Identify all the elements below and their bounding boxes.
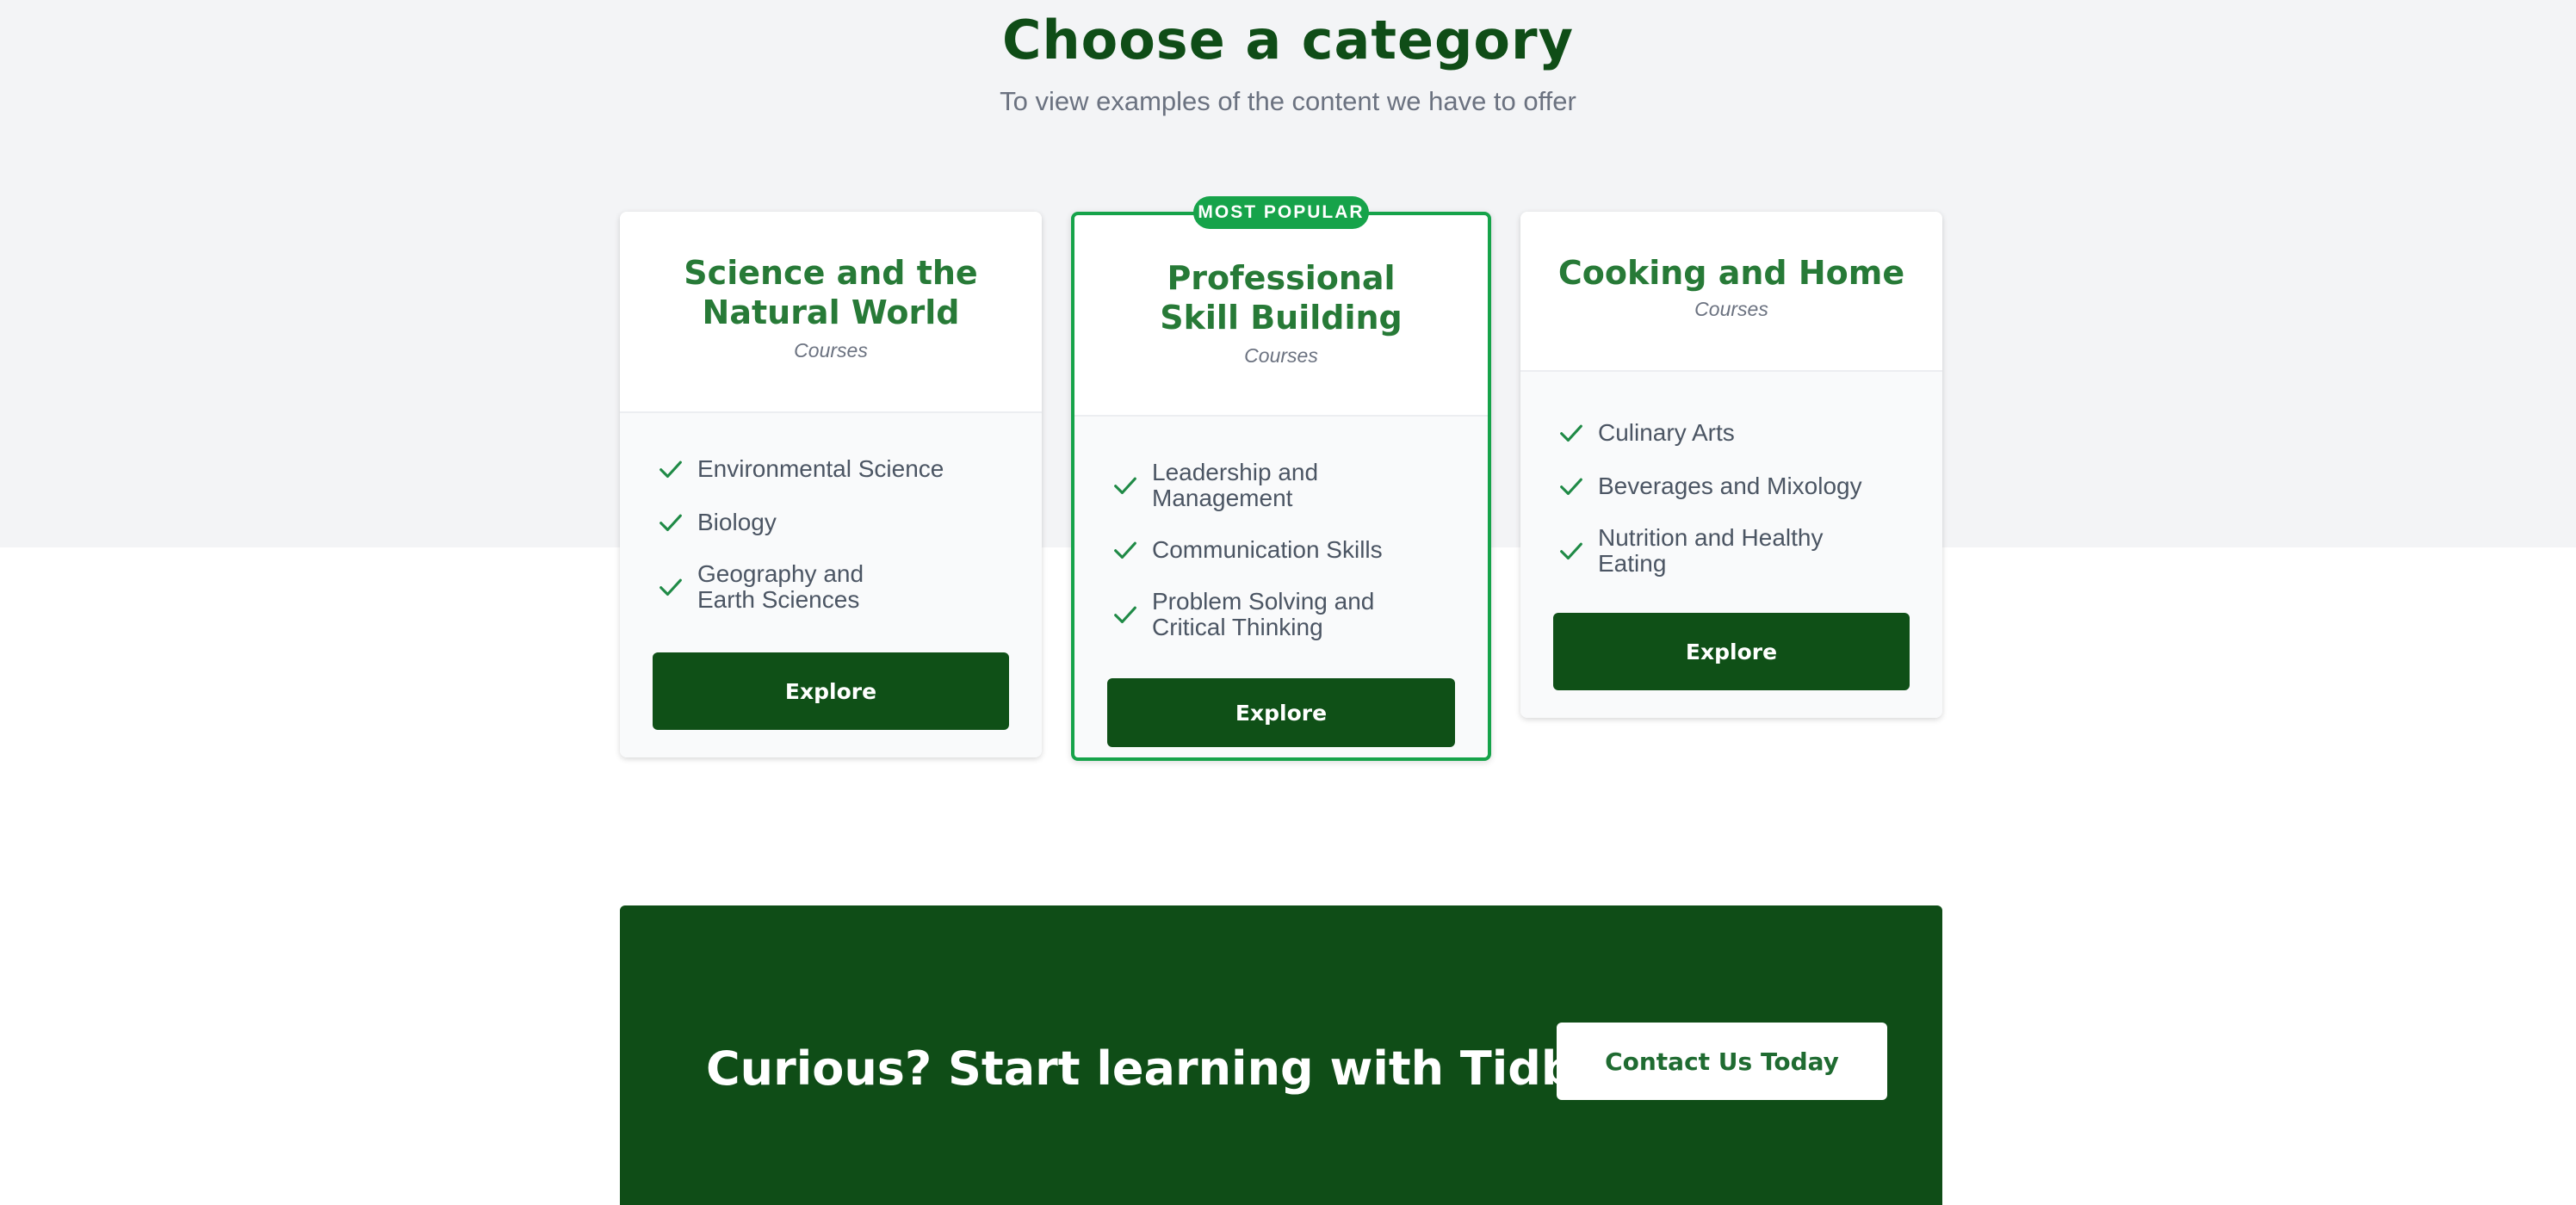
check-icon [659, 578, 682, 596]
card-title: Cooking and Home [1557, 254, 1905, 292]
check-icon [1114, 541, 1136, 559]
check-icon [1560, 478, 1582, 496]
feature-item: Biology [656, 508, 1016, 537]
feature-label: Biology [697, 509, 777, 535]
explore-button-professional[interactable]: Explore [1107, 678, 1455, 747]
feature-item: Beverages and Mixology [1557, 472, 1917, 501]
check-icon [1560, 424, 1582, 442]
feature-list: Leadership and Management Communication … [1111, 460, 1462, 664]
feature-label: Communication Skills [1152, 536, 1383, 563]
feature-item: Nutrition and Healthy Eating [1557, 525, 1917, 577]
category-card-professional: Professional Skill Building Courses Lead… [1071, 212, 1491, 761]
check-icon [659, 460, 682, 479]
feature-list: Environmental Science Biology Geography … [656, 454, 1016, 637]
feature-item: Culinary Arts [1557, 418, 1917, 448]
feature-label: Environmental Science [697, 455, 944, 482]
card-header: Professional Skill Building Courses [1074, 215, 1488, 417]
feature-item: Problem Solving and Critical Thinking [1111, 589, 1462, 640]
feature-label: Culinary Arts [1598, 419, 1735, 446]
cta-banner: Curious? Start learning with Tidbitz Con… [620, 905, 1942, 1205]
page-subtitle: To view examples of the content we have … [1000, 86, 1576, 116]
card-subtitle: Courses [1244, 344, 1318, 367]
card-title: Science and the Natural World [684, 254, 978, 331]
check-icon [659, 514, 682, 532]
page-title: Choose a category [1001, 9, 1575, 71]
feature-label: Leadership and Management [1152, 459, 1319, 511]
category-card-cooking: Cooking and Home Courses Culinary Arts B… [1520, 212, 1942, 718]
feature-label: Beverages and Mixology [1598, 473, 1862, 499]
explore-button-cooking[interactable]: Explore [1553, 613, 1910, 690]
feature-item: Leadership and Management [1111, 460, 1462, 511]
card-header: Cooking and Home Courses [1520, 212, 1942, 372]
card-title: Professional Skill Building [1160, 259, 1403, 337]
explore-button-science[interactable]: Explore [653, 652, 1009, 730]
category-card-science: Science and the Natural World Courses En… [620, 212, 1042, 757]
check-icon [1114, 477, 1136, 495]
cta-heading: Curious? Start learning with Tidbitz [706, 1041, 1640, 1096]
card-subtitle: Courses [794, 339, 868, 362]
most-popular-badge: MOST POPULAR [1193, 196, 1369, 229]
feature-label: Problem Solving and Critical Thinking [1152, 588, 1375, 640]
feature-item: Geography and Earth Sciences [656, 561, 1016, 613]
feature-item: Communication Skills [1111, 535, 1462, 565]
feature-list: Culinary Arts Beverages and Mixology Nut… [1557, 418, 1917, 601]
check-icon [1560, 542, 1582, 560]
check-icon [1114, 606, 1136, 624]
feature-label: Geography and Earth Sciences [697, 560, 864, 613]
contact-us-button[interactable]: Contact Us Today [1557, 1023, 1887, 1100]
feature-label: Nutrition and Healthy Eating [1598, 524, 1824, 577]
feature-item: Environmental Science [656, 454, 1016, 484]
card-header: Science and the Natural World Courses [620, 212, 1042, 413]
card-subtitle: Courses [1694, 298, 1768, 320]
